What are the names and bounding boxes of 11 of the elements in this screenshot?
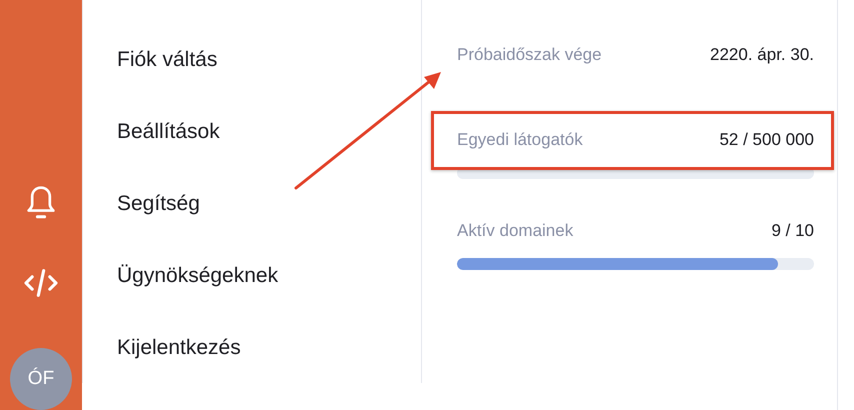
stat-label: Aktív domainek <box>457 221 574 241</box>
menu-item[interactable]: Beállítások <box>117 120 220 143</box>
menu-item[interactable]: Segítség <box>117 192 200 215</box>
stat-value: 9 / 10 <box>771 221 814 241</box>
stat-value: 2220. ápr. 30. <box>710 45 814 65</box>
menu-item[interactable]: Kijelentkezés <box>117 336 241 359</box>
stat-value: 52 / 500 000 <box>719 130 814 150</box>
menu-item[interactable]: Fiók váltás <box>117 48 218 71</box>
menu-item[interactable]: Ügynökségeknek <box>117 264 278 287</box>
stat-label: Egyedi látogatók <box>457 130 583 150</box>
stat-label: Próbaidőszak vége <box>457 45 602 65</box>
